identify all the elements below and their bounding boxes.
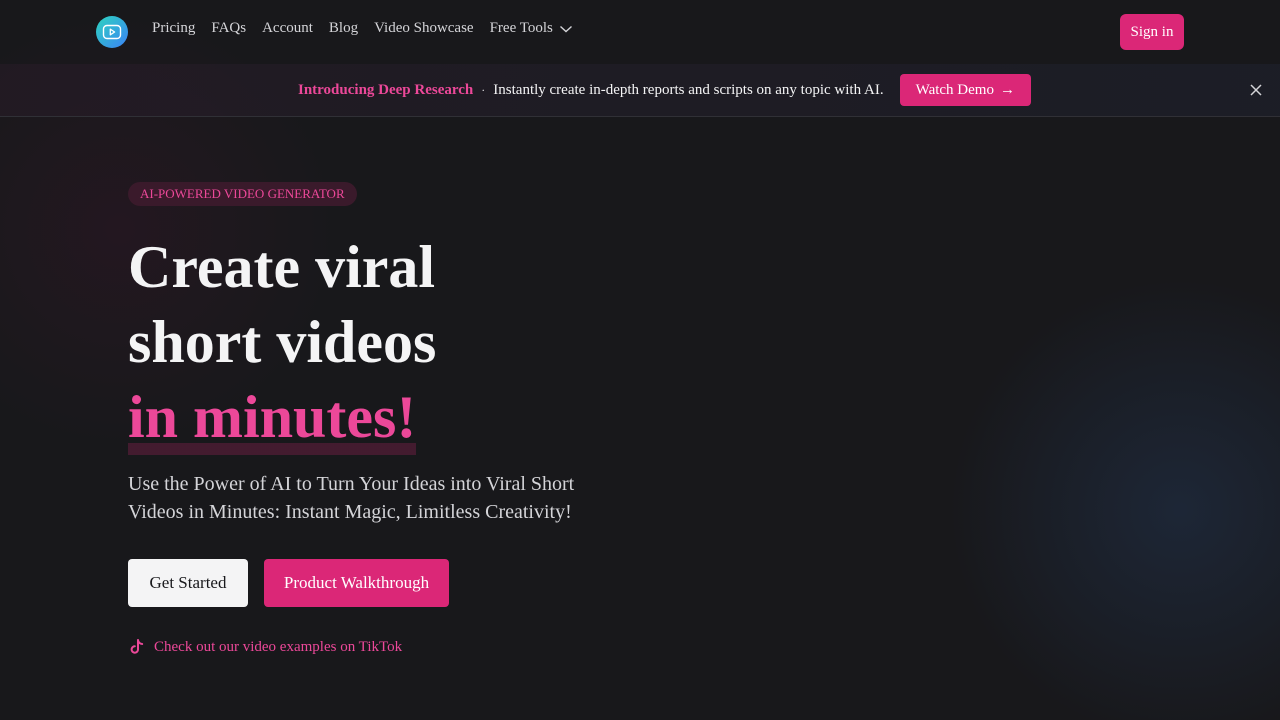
product-walkthrough-button[interactable]: Product Walkthrough (264, 559, 449, 607)
banner-content: Introducing Deep Research · Instantly cr… (298, 74, 1031, 106)
tiktok-icon (130, 639, 144, 654)
logo[interactable] (96, 16, 128, 48)
banner-close-button[interactable] (1246, 80, 1266, 100)
nav-link-pricing[interactable]: Pricing (152, 20, 195, 37)
nav-link-account[interactable]: Account (262, 20, 313, 37)
tiktok-link-label: Check out our video examples on TikTok (154, 638, 403, 655)
free-tools-dropdown[interactable]: Free Tools (490, 20, 573, 37)
page: Pricing FAQs Account Blog Video Showcase… (0, 0, 1280, 720)
sign-in-button[interactable]: Sign in (1120, 14, 1184, 50)
nav-link-blog[interactable]: Blog (329, 20, 358, 37)
close-icon (1250, 84, 1262, 96)
banner-separator: · (481, 82, 486, 97)
play-video-icon (102, 24, 122, 40)
headline-accent: in minutes! (128, 380, 417, 455)
hero-badge: AI-POWERED VIDEO GENERATOR (128, 182, 357, 206)
watch-demo-label: Watch Demo (915, 81, 994, 98)
nav-link-faqs[interactable]: FAQs (211, 20, 246, 37)
banner-text: Instantly create in-depth reports and sc… (493, 81, 884, 98)
arrow-right-icon: → (999, 81, 1015, 98)
announcement-banner: Introducing Deep Research · Instantly cr… (0, 64, 1280, 117)
free-tools-label: Free Tools (489, 20, 553, 36)
tiktok-examples-link[interactable]: Check out our video examples on TikTok (128, 638, 402, 656)
top-navbar: Pricing FAQs Account Blog Video Showcase… (0, 0, 1280, 64)
get-started-button[interactable]: Get Started (128, 559, 248, 607)
hero-headline: Create viral short videos in minutes! (128, 230, 436, 455)
headline-line-1: Create viral (128, 234, 436, 300)
nav-link-video-showcase[interactable]: Video Showcase (374, 20, 474, 37)
banner-highlight: Introducing Deep Research (298, 81, 474, 98)
hero-subtitle: Use the Power of AI to Turn Your Ideas i… (128, 473, 575, 523)
headline-line-2: short videos (128, 309, 437, 375)
chevron-down-icon (559, 25, 572, 32)
main-nav: Pricing FAQs Account Blog Video Showcase… (152, 20, 573, 37)
watch-demo-button[interactable]: Watch Demo → (899, 74, 1031, 106)
